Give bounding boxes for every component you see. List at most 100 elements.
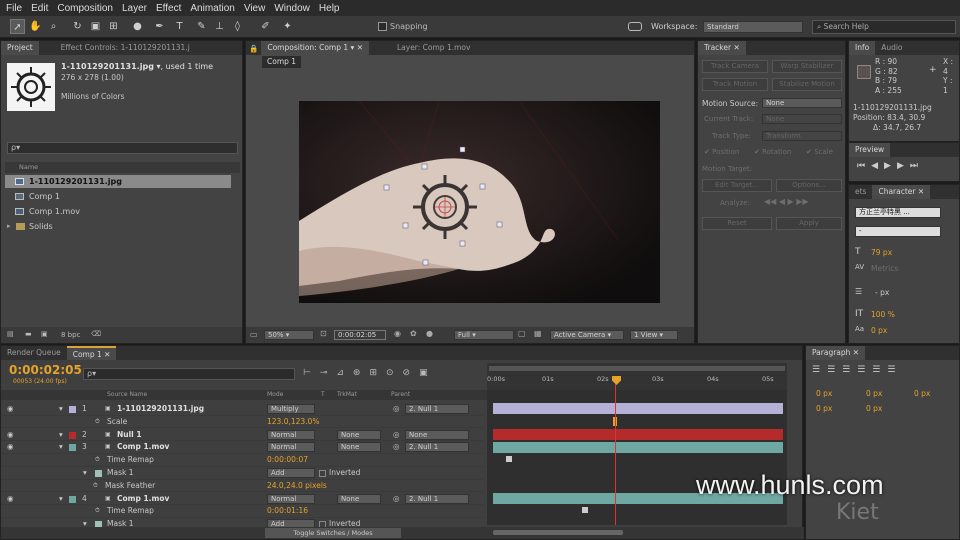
- work-area-bar[interactable]: [489, 366, 785, 371]
- tab-composition[interactable]: Composition: Comp 1 ▾ ✕: [261, 41, 369, 55]
- time-remap-keyframe-2[interactable]: [582, 507, 588, 513]
- col-trkmat[interactable]: TrkMat: [337, 390, 357, 400]
- stopwatch-icon[interactable]: ⏱: [95, 416, 100, 429]
- snapping-checkbox[interactable]: [378, 22, 387, 31]
- camera-tool-icon[interactable]: ▣: [88, 19, 103, 34]
- blend-mode-dropdown[interactable]: Normal: [267, 442, 315, 453]
- resolution-dropdown[interactable]: Full ▾: [454, 330, 514, 340]
- menu-effect[interactable]: Effect: [156, 3, 181, 14]
- timeline-row-prop[interactable]: ⏱ Scale 123.0,123.0%: [1, 416, 483, 429]
- layer-label-color[interactable]: [69, 444, 76, 452]
- track-matte-dropdown[interactable]: None: [337, 442, 381, 453]
- col-source-name[interactable]: Source Name: [107, 390, 147, 400]
- col-t[interactable]: T: [321, 390, 325, 400]
- layer-name[interactable]: 1-110129201131.jpg: [117, 403, 204, 416]
- project-item-comp[interactable]: Comp 1: [5, 190, 231, 203]
- comp-breadcrumb[interactable]: Comp 1: [262, 56, 302, 68]
- pen-tool-icon[interactable]: ✒: [152, 19, 167, 34]
- visibility-eye-icon[interactable]: ◉: [7, 441, 14, 454]
- layer-bar-3[interactable]: [493, 442, 783, 453]
- tab-audio[interactable]: Audio: [875, 41, 908, 55]
- menu-file[interactable]: File: [6, 3, 22, 14]
- col-mode[interactable]: Mode: [267, 390, 283, 400]
- parent-dropdown[interactable]: 2. Null 1: [405, 493, 469, 504]
- region-of-interest-icon[interactable]: ▢: [518, 329, 526, 338]
- timeline-row-layer[interactable]: ◉ ▾ 1 ▣ 1-110129201131.jpg Multiply ◎ 2. Null 1: [1, 403, 483, 416]
- mask-mode-dropdown[interactable]: Add: [267, 468, 315, 478]
- timeline-row-prop[interactable]: ⏱ Time Remap 0:00:01:16: [1, 505, 483, 518]
- timeline-search-input[interactable]: ρ▾: [83, 368, 295, 380]
- zoom-tool-icon[interactable]: ⌕: [46, 19, 61, 34]
- space-before-value[interactable]: 0 px: [816, 404, 832, 413]
- tab-render-queue[interactable]: Render Queue: [1, 346, 67, 360]
- timeline-row-layer[interactable]: ◉ ▾ 3 ▣ Comp 1.mov Normal None ◎ 2. Null 1: [1, 441, 483, 454]
- expand-arrow-icon[interactable]: ▾: [59, 493, 63, 506]
- reset-button[interactable]: Reset: [702, 217, 772, 230]
- warp-stabilizer-button[interactable]: Warp Stabilizer: [772, 60, 842, 73]
- stopwatch-icon[interactable]: ⏱: [95, 454, 100, 467]
- menu-view[interactable]: View: [244, 3, 266, 14]
- parent-pickwhip-icon[interactable]: ◎: [393, 429, 400, 442]
- current-track-dropdown[interactable]: None: [762, 114, 842, 124]
- bpc-label[interactable]: 8 bpc: [61, 331, 80, 339]
- track-matte-dropdown[interactable]: None: [337, 493, 381, 504]
- project-search-input[interactable]: ρ▾: [7, 142, 238, 154]
- expand-arrow-icon[interactable]: ▾: [59, 403, 63, 416]
- camera-dropdown[interactable]: Active Camera ▾: [550, 330, 624, 340]
- menu-window[interactable]: Window: [274, 3, 310, 14]
- stroke-width-value[interactable]: - px: [875, 288, 889, 297]
- expand-arrow-icon[interactable]: ▸: [7, 222, 11, 230]
- layer-name[interactable]: Null 1: [117, 429, 142, 442]
- layer-bar-1[interactable]: [493, 403, 783, 414]
- track-motion-button[interactable]: Track Motion: [702, 78, 768, 91]
- new-comp-icon[interactable]: ▣: [41, 330, 48, 338]
- puppet-tool-icon[interactable]: ✦: [280, 19, 295, 34]
- show-snapshot-icon[interactable]: ✿: [410, 329, 417, 338]
- safe-zones-icon[interactable]: ⊡: [320, 329, 327, 338]
- parent-pickwhip-icon[interactable]: ◎: [393, 441, 400, 454]
- tab-project[interactable]: Project: [1, 41, 39, 55]
- apply-button[interactable]: Apply: [776, 217, 842, 230]
- menu-layer[interactable]: Layer: [122, 3, 147, 14]
- blend-mode-dropdown[interactable]: Normal: [267, 493, 315, 504]
- analyze-controls-icon[interactable]: ◀◀ ◀ ▶ ▶▶: [764, 197, 809, 206]
- tab-comp-1[interactable]: Comp 1 ✕: [66, 346, 117, 360]
- new-folder-icon[interactable]: ▬: [25, 330, 32, 338]
- property-value[interactable]: 0:00:01:16: [267, 505, 308, 518]
- font-style-dropdown[interactable]: -: [855, 226, 941, 237]
- space-after-value[interactable]: 0 px: [866, 404, 882, 413]
- expand-arrow-icon[interactable]: ▾: [59, 441, 63, 454]
- track-matte-dropdown[interactable]: None: [337, 429, 381, 440]
- parent-pickwhip-icon[interactable]: ◎: [393, 493, 400, 506]
- toggle-switches-modes-button[interactable]: Toggle Switches / Modes: [265, 528, 401, 538]
- pan-behind-tool-icon[interactable]: ⊞: [106, 19, 121, 34]
- stabilize-motion-button[interactable]: Stabilize Motion: [772, 78, 842, 91]
- alignment-buttons-icon[interactable]: ☰☰☰☰☰☰: [812, 365, 902, 375]
- indent-left-value[interactable]: 0 px: [816, 389, 832, 398]
- track-camera-button[interactable]: Track Camera: [702, 60, 768, 73]
- font-size-value[interactable]: 79 px: [871, 248, 892, 257]
- project-item-jpg[interactable]: 1-110129201131.jpg: [5, 175, 231, 188]
- snapshot-icon[interactable]: ◉: [394, 329, 401, 338]
- edit-target-button[interactable]: Edit Target...: [702, 179, 772, 192]
- stopwatch-icon[interactable]: ⏱: [95, 505, 100, 518]
- timeline-row-mask[interactable]: ▾ Mask 1 Add Inverted: [1, 467, 483, 480]
- timeline-row-layer[interactable]: ◉ ▾ 4 ▣ Comp 1.mov Normal None ◎ 2. Null 1: [1, 493, 483, 506]
- position-checkbox[interactable]: ✔ Position: [704, 148, 739, 156]
- visibility-eye-icon[interactable]: ◉: [7, 493, 14, 506]
- visibility-eye-icon[interactable]: ◉: [7, 403, 14, 416]
- layer-name[interactable]: Comp 1.mov: [117, 441, 169, 454]
- zoom-dropdown[interactable]: 50% ▾: [264, 330, 314, 340]
- parent-pickwhip-icon[interactable]: ◎: [393, 403, 400, 416]
- playback-controls-icon[interactable]: ⏮◀▶▶⏭: [857, 161, 924, 171]
- motion-source-dropdown[interactable]: None: [762, 98, 842, 108]
- layer-label-color[interactable]: [69, 431, 76, 439]
- menu-help[interactable]: Help: [319, 3, 340, 14]
- hand-tool-icon[interactable]: ✋: [28, 19, 43, 34]
- timeline-row-layer[interactable]: ◉ ▾ 2 ▣ Null 1 Normal None ◎ None: [1, 429, 483, 442]
- search-help-input[interactable]: ⌕ Search Help: [812, 20, 956, 34]
- eraser-tool-icon[interactable]: ◊: [230, 19, 245, 34]
- time-remap-keyframe[interactable]: [506, 456, 512, 462]
- parent-dropdown[interactable]: 2. Null 1: [405, 442, 469, 453]
- tab-tracker[interactable]: Tracker ✕: [698, 41, 746, 55]
